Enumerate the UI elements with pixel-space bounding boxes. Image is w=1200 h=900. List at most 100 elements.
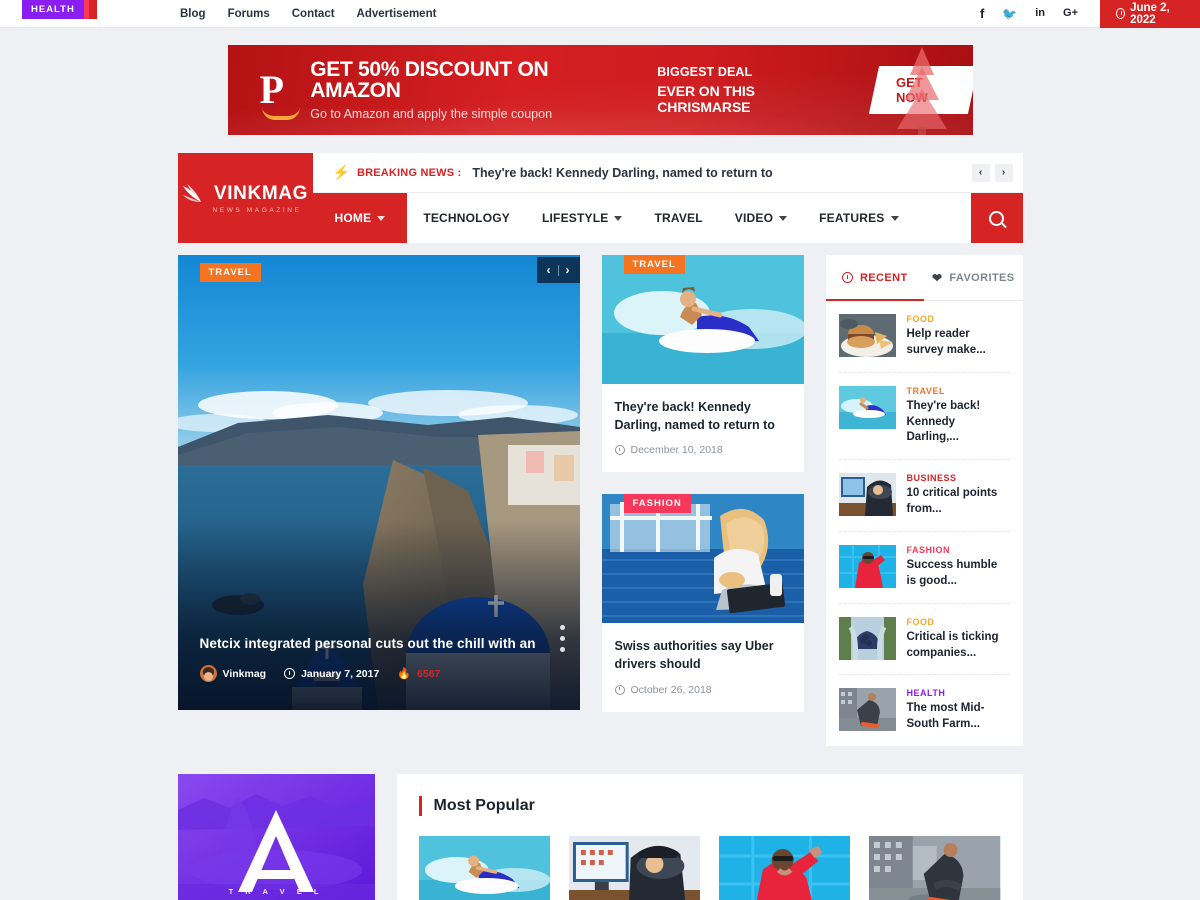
- clock-icon: [1116, 8, 1126, 19]
- top-bar-links: Blog Forums Contact Advertisement: [180, 8, 436, 20]
- list-item-category[interactable]: HEALTH: [907, 688, 1010, 698]
- breaking-news-text[interactable]: They're back! Kennedy Darling, named to …: [472, 166, 772, 180]
- hero-date: January 7, 2017: [284, 668, 379, 680]
- popular-card[interactable]: TRAVEL They're back! Kennedy: [22, 0, 550, 900]
- popular-card[interactable]: HEALTH The most Mid-South: [22, 0, 1001, 900]
- travel-promo-banner[interactable]: T R A V E L: [177, 774, 375, 900]
- list-item[interactable]: FOOD Critical is ticking companies...: [838, 604, 1010, 676]
- list-item-title[interactable]: Success humble is good...: [907, 558, 1010, 590]
- hero-next-button[interactable]: ›: [566, 263, 570, 277]
- ad-copy: GET 50% DISCOUNT ON AMAZON Go to Amazon …: [310, 59, 605, 121]
- hero-dot[interactable]: [559, 636, 565, 641]
- logo-name: VINKMAG: [214, 182, 308, 204]
- popular-image-redjacket: [719, 836, 851, 900]
- list-item-title[interactable]: They're back! Kennedy Darling,...: [907, 399, 1010, 447]
- amazon-ad-banner[interactable]: P GET 50% DISCOUNT ON AMAZON Go to Amazo…: [227, 45, 973, 135]
- popular-card[interactable]: BUSINESS 10 critical points from: [22, 0, 700, 900]
- hero-meta: Vinkmag January 7, 2017 🔥 6567: [199, 665, 558, 682]
- hero-category-badge[interactable]: TRAVEL: [199, 263, 261, 282]
- nav-item-lifestyle[interactable]: LIFESTYLE: [526, 193, 638, 243]
- list-item-title[interactable]: Critical is ticking companies...: [907, 630, 1010, 662]
- article-card[interactable]: FASHION Swiss authorities say Uber drive…: [601, 494, 804, 712]
- list-item-text: BUSINESS 10 critical points from...: [907, 473, 1010, 518]
- list-item-category[interactable]: BUSINESS: [907, 473, 1010, 483]
- ad-banner-wrap: P GET 50% DISCOUNT ON AMAZON Go to Amazo…: [0, 28, 1200, 135]
- site-logo[interactable]: VINKMAG NEWS MAGAZINE: [177, 153, 313, 243]
- top-link-advertisement[interactable]: Advertisement: [357, 8, 437, 20]
- list-item-category[interactable]: FOOD: [907, 617, 1010, 627]
- sidebar-widget: RECENT ❤ FAVORITES FOOD Help reader surv…: [825, 255, 1023, 747]
- list-item-title[interactable]: Help reader survey make...: [907, 327, 1010, 359]
- list-item-title[interactable]: The most Mid-South Farm...: [907, 701, 1010, 733]
- popular-card[interactable]: FASHION Success humble is good: [22, 0, 851, 900]
- hero-title[interactable]: Netcix integrated personal cuts out the …: [200, 636, 558, 651]
- list-item-text: HEALTH The most Mid-South Farm...: [907, 688, 1010, 733]
- main-content: TRAVEL ‹ › Netcix integrated personal cu…: [177, 255, 1023, 747]
- tab-favorites-label: FAVORITES: [949, 271, 1015, 284]
- popular-image-vr: [568, 836, 700, 900]
- twitter-icon[interactable]: 🐦: [1002, 8, 1017, 20]
- hero-slider[interactable]: TRAVEL ‹ › Netcix integrated personal cu…: [177, 255, 580, 710]
- top-link-contact[interactable]: Contact: [292, 8, 335, 20]
- card-date-text: October 26, 2018: [630, 683, 712, 696]
- google-plus-icon[interactable]: G+: [1063, 8, 1078, 19]
- divider: [557, 264, 559, 276]
- avatar: [199, 665, 217, 682]
- top-link-blog[interactable]: Blog: [180, 8, 206, 20]
- list-item-title[interactable]: 10 critical points from...: [907, 486, 1010, 518]
- card-body: Swiss authorities say Uber drivers shoul…: [602, 623, 804, 711]
- nav-label-home: HOME: [334, 211, 372, 225]
- list-item[interactable]: TRAVEL They're back! Kennedy Darling,...: [838, 373, 1010, 461]
- nav-label-video: VIDEO: [734, 211, 774, 225]
- header-right: ⚡ BREAKING NEWS : They're back! Kennedy …: [312, 153, 1023, 243]
- popular-image-runner: [869, 836, 1001, 900]
- list-item-category[interactable]: FOOD: [907, 314, 1010, 324]
- nav-label-technology: TECHNOLOGY: [423, 211, 510, 225]
- linkedin-icon[interactable]: in: [1035, 8, 1045, 19]
- thumb-berries: [838, 616, 896, 660]
- chevron-down-icon: [614, 215, 623, 221]
- hero-slider-dots[interactable]: [559, 625, 565, 652]
- amazon-logo: P: [260, 70, 301, 120]
- current-date-text: June 2, 2022: [1130, 1, 1170, 26]
- hero-prev-button[interactable]: ‹: [547, 263, 551, 277]
- card-category-badge[interactable]: TRAVEL: [623, 255, 685, 274]
- nav-item-travel[interactable]: TRAVEL: [638, 193, 718, 243]
- current-date-badge: June 2, 2022: [1100, 0, 1200, 28]
- card-category-badge[interactable]: FASHION: [623, 494, 691, 514]
- facebook-icon[interactable]: f: [980, 7, 984, 20]
- list-item[interactable]: HEALTH The most Mid-South Farm...: [838, 675, 1010, 746]
- list-item[interactable]: FASHION Success humble is good...: [838, 532, 1010, 604]
- nav-item-technology[interactable]: TECHNOLOGY: [407, 193, 526, 243]
- nav-item-home[interactable]: HOME: [312, 193, 408, 243]
- ad-deal-line2: EVER ON THIS CHRISMARSE: [657, 83, 755, 115]
- breaking-prev-button[interactable]: ‹: [971, 163, 990, 182]
- clock-icon: [841, 272, 853, 283]
- top-link-forums[interactable]: Forums: [228, 8, 270, 20]
- card-body: They're back! Kennedy Darling, named to …: [602, 384, 804, 472]
- breaking-next-button[interactable]: ›: [994, 163, 1013, 182]
- nav-label-features: FEATURES: [819, 211, 885, 225]
- list-item-category[interactable]: FASHION: [907, 545, 1010, 555]
- heart-icon: ❤: [931, 270, 943, 285]
- tab-favorites[interactable]: ❤ FAVORITES: [924, 255, 1023, 300]
- wing-logo-icon: [183, 183, 202, 202]
- hero-dot[interactable]: [559, 625, 565, 630]
- article-card[interactable]: TRAVEL They're back! Kennedy Darling, na…: [601, 255, 804, 473]
- card-title[interactable]: They're back! Kennedy Darling, named to …: [615, 398, 791, 434]
- hero-views: 🔥 6567: [397, 667, 440, 681]
- search-button[interactable]: [970, 193, 1023, 243]
- popular-category-badge[interactable]: HEALTH: [22, 0, 84, 19]
- card-title[interactable]: Swiss authorities say Uber drivers shoul…: [615, 637, 791, 673]
- list-item[interactable]: FOOD Help reader survey make...: [838, 301, 1010, 373]
- tab-recent[interactable]: RECENT: [825, 255, 925, 301]
- card-date: October 26, 2018: [614, 683, 791, 696]
- nav-item-video[interactable]: VIDEO: [719, 193, 803, 243]
- card-image-laptop-dock: [601, 494, 804, 624]
- nav-item-features[interactable]: FEATURES: [803, 193, 914, 243]
- list-item-category[interactable]: TRAVEL: [907, 386, 1010, 396]
- hero-dot[interactable]: [559, 647, 565, 652]
- hero-author[interactable]: Vinkmag: [199, 665, 266, 682]
- hero-slider-controls: ‹ ›: [536, 257, 580, 283]
- list-item[interactable]: BUSINESS 10 critical points from...: [838, 460, 1010, 533]
